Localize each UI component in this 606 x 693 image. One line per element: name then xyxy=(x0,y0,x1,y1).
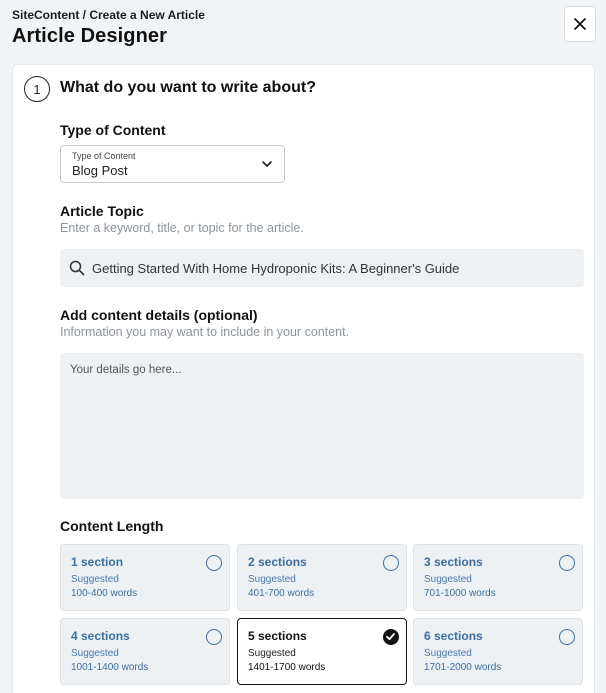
content-details-placeholder: Your details go here... xyxy=(70,364,182,376)
length-option-suggested: Suggested xyxy=(71,648,119,659)
search-icon xyxy=(69,260,85,276)
length-option-suggested: Suggested xyxy=(248,574,296,585)
close-button[interactable] xyxy=(564,6,596,42)
content-type-value: Blog Post xyxy=(72,163,128,178)
article-topic-input[interactable]: Getting Started With Home Hydroponic Kit… xyxy=(60,249,584,287)
content-details-label: Add content details (optional) xyxy=(60,307,258,323)
content-details-textarea[interactable]: Your details go here... xyxy=(60,353,584,499)
length-option-words: 1001-1400 words xyxy=(71,662,149,673)
step-title: What do you want to write about? xyxy=(60,79,316,96)
length-option-words: 1701-2000 words xyxy=(424,662,502,673)
content-length-label: Content Length xyxy=(60,518,164,534)
header: SiteContent / Create a New Article Artic… xyxy=(12,8,205,48)
content-type-label: Type of Content xyxy=(60,122,166,138)
content-details-help: Information you may want to include in y… xyxy=(60,325,350,339)
radio-button-checked[interactable] xyxy=(383,629,399,645)
length-option-5[interactable]: 5 sections Suggested 1401-1700 words xyxy=(237,618,407,685)
length-option-title: 4 sections xyxy=(71,629,130,643)
breadcrumb: SiteContent / Create a New Article xyxy=(12,8,205,22)
radio-button[interactable] xyxy=(383,555,399,571)
length-option-suggested: Suggested xyxy=(248,648,296,659)
content-type-float-label: Type of Content xyxy=(72,151,136,161)
chevron-down-icon xyxy=(262,161,272,167)
article-form-card: 1 What do you want to write about? Type … xyxy=(12,64,595,693)
length-option-4[interactable]: 4 sections Suggested 1001-1400 words xyxy=(60,618,230,685)
length-option-3[interactable]: 3 sections Suggested 701-1000 words xyxy=(413,544,583,611)
radio-button[interactable] xyxy=(559,629,575,645)
close-icon xyxy=(574,18,586,30)
length-option-suggested: Suggested xyxy=(424,648,472,659)
length-option-title: 2 sections xyxy=(248,555,307,569)
length-option-2[interactable]: 2 sections Suggested 401-700 words xyxy=(237,544,407,611)
step-number: 1 xyxy=(24,76,50,102)
length-option-1[interactable]: 1 section Suggested 100-400 words xyxy=(60,544,230,611)
length-option-title: 6 sections xyxy=(424,629,483,643)
radio-button[interactable] xyxy=(206,629,222,645)
length-option-suggested: Suggested xyxy=(424,574,472,585)
length-option-words: 1401-1700 words xyxy=(248,662,326,673)
length-option-suggested: Suggested xyxy=(71,574,119,585)
article-topic-label: Article Topic xyxy=(60,203,144,219)
check-icon xyxy=(386,633,395,641)
length-option-title: 1 section xyxy=(71,555,124,569)
length-option-title: 3 sections xyxy=(424,555,483,569)
radio-button[interactable] xyxy=(559,555,575,571)
length-option-words: 701-1000 words xyxy=(424,588,496,599)
length-option-words: 100-400 words xyxy=(71,588,138,599)
article-topic-help: Enter a keyword, title, or topic for the… xyxy=(60,221,304,235)
radio-button[interactable] xyxy=(206,555,222,571)
length-option-6[interactable]: 6 sections Suggested 1701-2000 words xyxy=(413,618,583,685)
content-type-select[interactable]: Type of Content Blog Post xyxy=(60,145,285,183)
length-option-words: 401-700 words xyxy=(248,588,315,599)
length-option-title: 5 sections xyxy=(248,629,307,643)
article-topic-value: Getting Started With Home Hydroponic Kit… xyxy=(92,261,460,276)
page-title: Article Designer xyxy=(12,25,167,47)
